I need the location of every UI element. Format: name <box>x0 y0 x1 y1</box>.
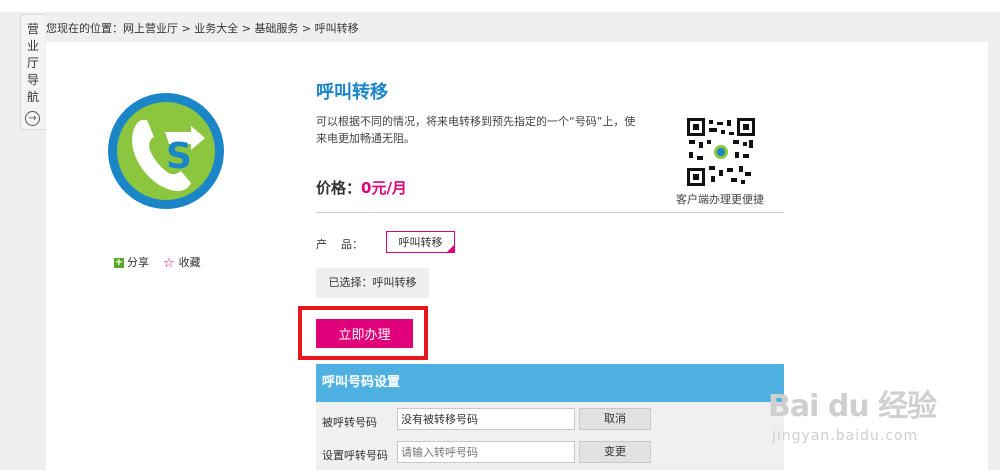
breadcrumb-link[interactable]: 基础服务 <box>254 22 298 35</box>
product-label: 产 品： <box>316 238 363 251</box>
forwarded-number-label: 被呼转号码 <box>322 416 377 429</box>
sidebar-char: 导 <box>26 73 39 87</box>
sidebar-char: 厅 <box>26 56 39 70</box>
breadcrumb-separator: > <box>298 22 315 35</box>
breadcrumb-link[interactable]: 业务大全 <box>194 22 238 35</box>
product-description: 可以根据不同的情况，将来电转移到预先指定的一个“号码”上，使来电更加畅通无阻。 <box>316 115 636 145</box>
call-number-settings: 呼叫号码设置 被呼转号码 取消 设置呼转号码 变更 <box>316 364 784 470</box>
breadcrumb-separator: > <box>178 22 195 35</box>
breadcrumb: 您现在的位置：网上营业厅 > 业务大全 > 基础服务 > 呼叫转移 <box>46 20 359 36</box>
sidebar-nav-label: 营 业 厅 导 航 <box>21 21 45 106</box>
product-title: 呼叫转移 <box>316 82 388 103</box>
sidebar-char: 营 <box>26 22 39 36</box>
price-value: 0元/月 <box>361 179 407 197</box>
qr-code-icon <box>687 118 755 186</box>
set-forward-number-input[interactable] <box>397 441 575 463</box>
sidebar-char: 航 <box>26 90 39 104</box>
set-forward-number-label: 设置呼转号码 <box>322 449 388 462</box>
svg-text:S: S <box>166 136 192 177</box>
plus-share-icon[interactable]: + <box>114 258 124 268</box>
sidebar-nav-tab[interactable]: 营 业 厅 导 航 → <box>20 14 45 130</box>
cancel-button[interactable]: 取消 <box>579 408 651 430</box>
price-label: 价格： <box>316 179 362 197</box>
apply-now-button[interactable]: 立即办理 <box>316 319 413 348</box>
watermark-url: jingyan.baidu.com <box>772 428 919 444</box>
breadcrumb-current: 呼叫转移 <box>314 22 359 35</box>
sidebar-char: 业 <box>26 39 39 53</box>
qr-caption: 客户端办理更便捷 <box>676 193 764 206</box>
breadcrumb-separator: > <box>238 22 255 35</box>
watermark-logo: Bai du 经验 <box>768 389 937 424</box>
breadcrumb-prefix: 您现在的位置： <box>46 22 123 35</box>
selected-summary: 已选择：呼叫转移 <box>316 268 429 298</box>
divider <box>316 212 784 213</box>
price: 价格：0元/月 <box>316 177 407 198</box>
change-button[interactable]: 变更 <box>579 441 651 463</box>
product-option-label: 呼叫转移 <box>398 236 443 249</box>
share-link[interactable]: 分享 <box>127 256 149 269</box>
forwarded-number-input[interactable] <box>397 408 575 430</box>
settings-heading: 呼叫号码设置 <box>316 364 784 402</box>
favorite-link[interactable]: 收藏 <box>179 256 201 269</box>
product-option-button[interactable]: 呼叫转移 <box>386 231 455 253</box>
share-favorite-row: + 分享 ☆ 收藏 <box>114 254 201 271</box>
call-forward-logo-icon: S <box>108 93 224 209</box>
expand-arrow-icon[interactable]: → <box>25 111 40 126</box>
breadcrumb-link[interactable]: 网上营业厅 <box>123 22 178 35</box>
star-icon[interactable]: ☆ <box>163 256 175 271</box>
top-bar <box>0 0 1000 12</box>
selected-corner-icon <box>446 244 455 253</box>
